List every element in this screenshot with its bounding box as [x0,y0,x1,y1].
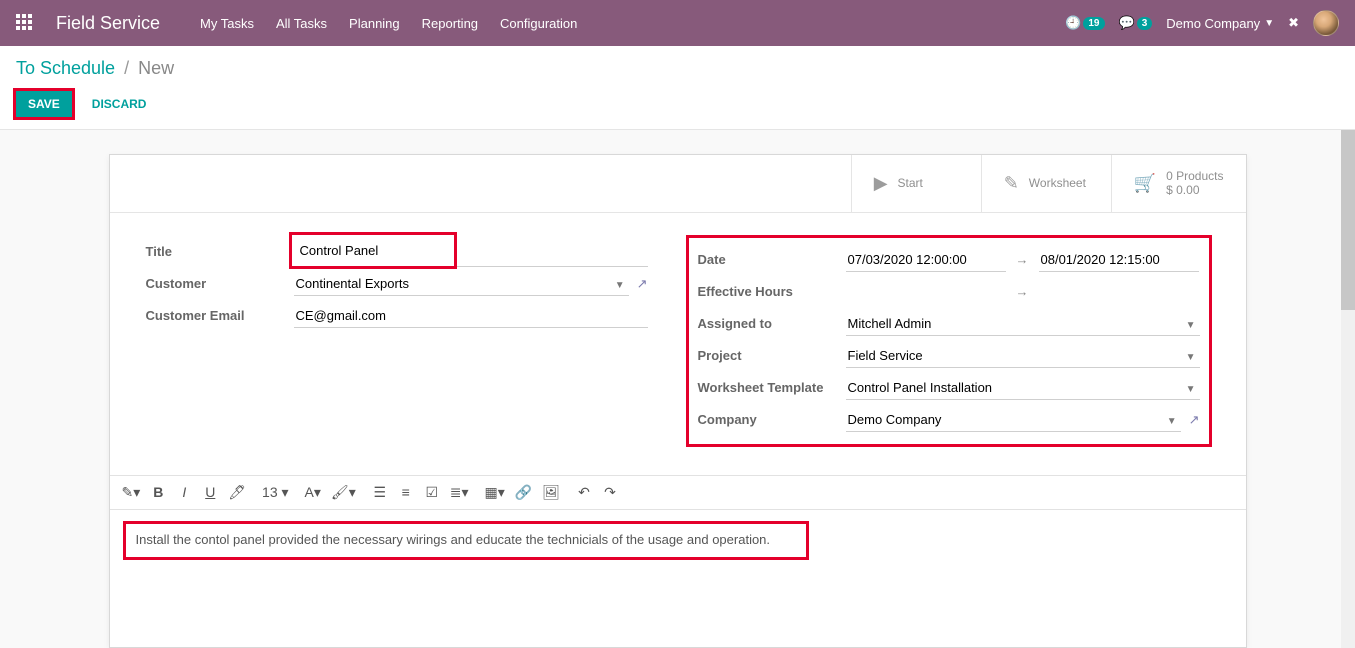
italic-button[interactable]: I [176,484,192,500]
pencil-icon: ✎ [1004,173,1019,194]
activities-button[interactable]: 🕘 19 [1065,15,1104,31]
bg-color-button[interactable]: 🖌▾ [331,484,356,501]
font-color-button[interactable]: A▾ [305,484,321,501]
start-button[interactable]: ▶ Start [851,155,981,212]
chat-icon: 💬 [1119,15,1135,31]
messages-badge: 3 [1137,17,1153,30]
editor-toolbar: ✎▾ B I U 🖊 13 ▾ A▾ 🖌▾ ☰ ≡ ☑ ≣▾ ▦▾ 🔗 [110,475,1246,510]
main-navbar: Field Service My Tasks All Tasks Plannin… [0,0,1355,46]
arrow-right-icon: → [1016,284,1029,299]
start-label: Start [898,176,923,190]
company-label: Company [698,412,846,427]
sheet-background: ▶ Start ✎ Worksheet 🛒 0 Products $ 0.00 … [0,129,1355,648]
font-size-dropdown[interactable]: 13 ▾ [262,484,289,501]
external-link-icon[interactable]: ↗ [1189,412,1200,428]
user-avatar[interactable] [1313,10,1339,36]
company-switcher[interactable]: Demo Company ▼ [1166,16,1274,31]
apps-icon[interactable] [16,14,34,32]
effective-hours-label: Effective Hours [698,284,846,299]
external-link-icon[interactable]: ↗ [637,276,648,292]
editor-area[interactable]: Install the contol panel provided the ne… [110,510,1246,647]
products-count: 0 Products [1166,169,1223,183]
app-brand[interactable]: Field Service [56,13,160,34]
date-label: Date [698,252,846,267]
date-from-input[interactable] [846,248,1006,272]
breadcrumb: To Schedule / New [16,58,1339,79]
breadcrumb-current: New [138,58,174,78]
products-amount: $ 0.00 [1166,183,1223,197]
activities-badge: 19 [1083,17,1104,30]
undo-button[interactable]: ↶ [576,484,592,501]
title-label: Title [146,244,294,259]
nav-all-tasks[interactable]: All Tasks [276,16,327,31]
form-sheet: ▶ Start ✎ Worksheet 🛒 0 Products $ 0.00 … [109,154,1247,648]
table-button[interactable]: ▦▾ [485,484,505,501]
highlight-button[interactable]: 🖊 [228,484,246,501]
scrollbar-thumb[interactable] [1341,130,1355,310]
bold-button[interactable]: B [150,484,166,500]
stat-buttons: ▶ Start ✎ Worksheet 🛒 0 Products $ 0.00 [110,155,1246,213]
date-to-input[interactable] [1039,248,1199,272]
form-body: Title Customer ▼ ↗ [110,213,1246,457]
nav-configuration[interactable]: Configuration [500,16,577,31]
play-icon: ▶ [874,173,888,194]
image-button[interactable]: 🖼 [542,484,560,501]
title-input[interactable] [298,239,448,262]
company-name: Demo Company [1166,16,1260,31]
breadcrumb-parent[interactable]: To Schedule [16,58,115,78]
assigned-label: Assigned to [698,316,846,331]
left-column: Title Customer ▼ ↗ [146,237,648,445]
clock-icon: 🕘 [1065,15,1081,31]
scrollbar-track[interactable] [1341,130,1355,648]
nav-planning[interactable]: Planning [349,16,400,31]
customer-label: Customer [146,276,294,291]
customer-input[interactable] [294,272,629,296]
action-buttons: SAVE DISCARD [16,91,1339,117]
underline-button[interactable]: U [202,484,218,500]
assigned-input[interactable] [846,312,1200,336]
redo-button[interactable]: ↷ [602,484,618,501]
editor-content: Install the contol panel provided the ne… [136,532,771,547]
arrow-right-icon: → [1016,252,1029,267]
project-label: Project [698,348,846,363]
save-button[interactable]: SAVE [16,91,72,117]
checklist-button[interactable]: ☑ [424,484,440,501]
customer-email-label: Customer Email [146,308,294,323]
control-panel: To Schedule / New SAVE DISCARD [0,46,1355,121]
worksheet-template-input[interactable] [846,376,1200,400]
messages-button[interactable]: 💬 3 [1119,15,1153,31]
breadcrumb-separator: / [124,58,129,78]
unordered-list-button[interactable]: ☰ [372,484,388,501]
worksheet-label: Worksheet [1029,176,1086,190]
customer-email-input[interactable] [294,304,648,328]
link-button[interactable]: 🔗 [515,484,532,501]
products-button[interactable]: 🛒 0 Products $ 0.00 [1111,155,1246,212]
company-input[interactable] [846,408,1181,432]
right-column: Date → Effective Hours → Assigned to [688,237,1210,445]
nav-right: 🕘 19 💬 3 Demo Company ▼ ✖ [1065,10,1339,36]
ordered-list-button[interactable]: ≡ [398,484,414,500]
discard-button[interactable]: DISCARD [82,91,157,117]
cart-icon: 🛒 [1134,173,1156,194]
align-button[interactable]: ≣▾ [450,484,469,501]
chevron-down-icon: ▼ [1264,18,1274,29]
project-input[interactable] [846,344,1200,368]
nav-reporting[interactable]: Reporting [422,16,478,31]
debug-icon[interactable]: ✖ [1288,15,1299,31]
nav-my-tasks[interactable]: My Tasks [200,16,254,31]
worksheet-template-label: Worksheet Template [698,380,846,395]
nav-menu: My Tasks All Tasks Planning Reporting Co… [200,16,1065,31]
style-dropdown[interactable]: ✎▾ [122,484,141,501]
worksheet-button[interactable]: ✎ Worksheet [981,155,1111,212]
